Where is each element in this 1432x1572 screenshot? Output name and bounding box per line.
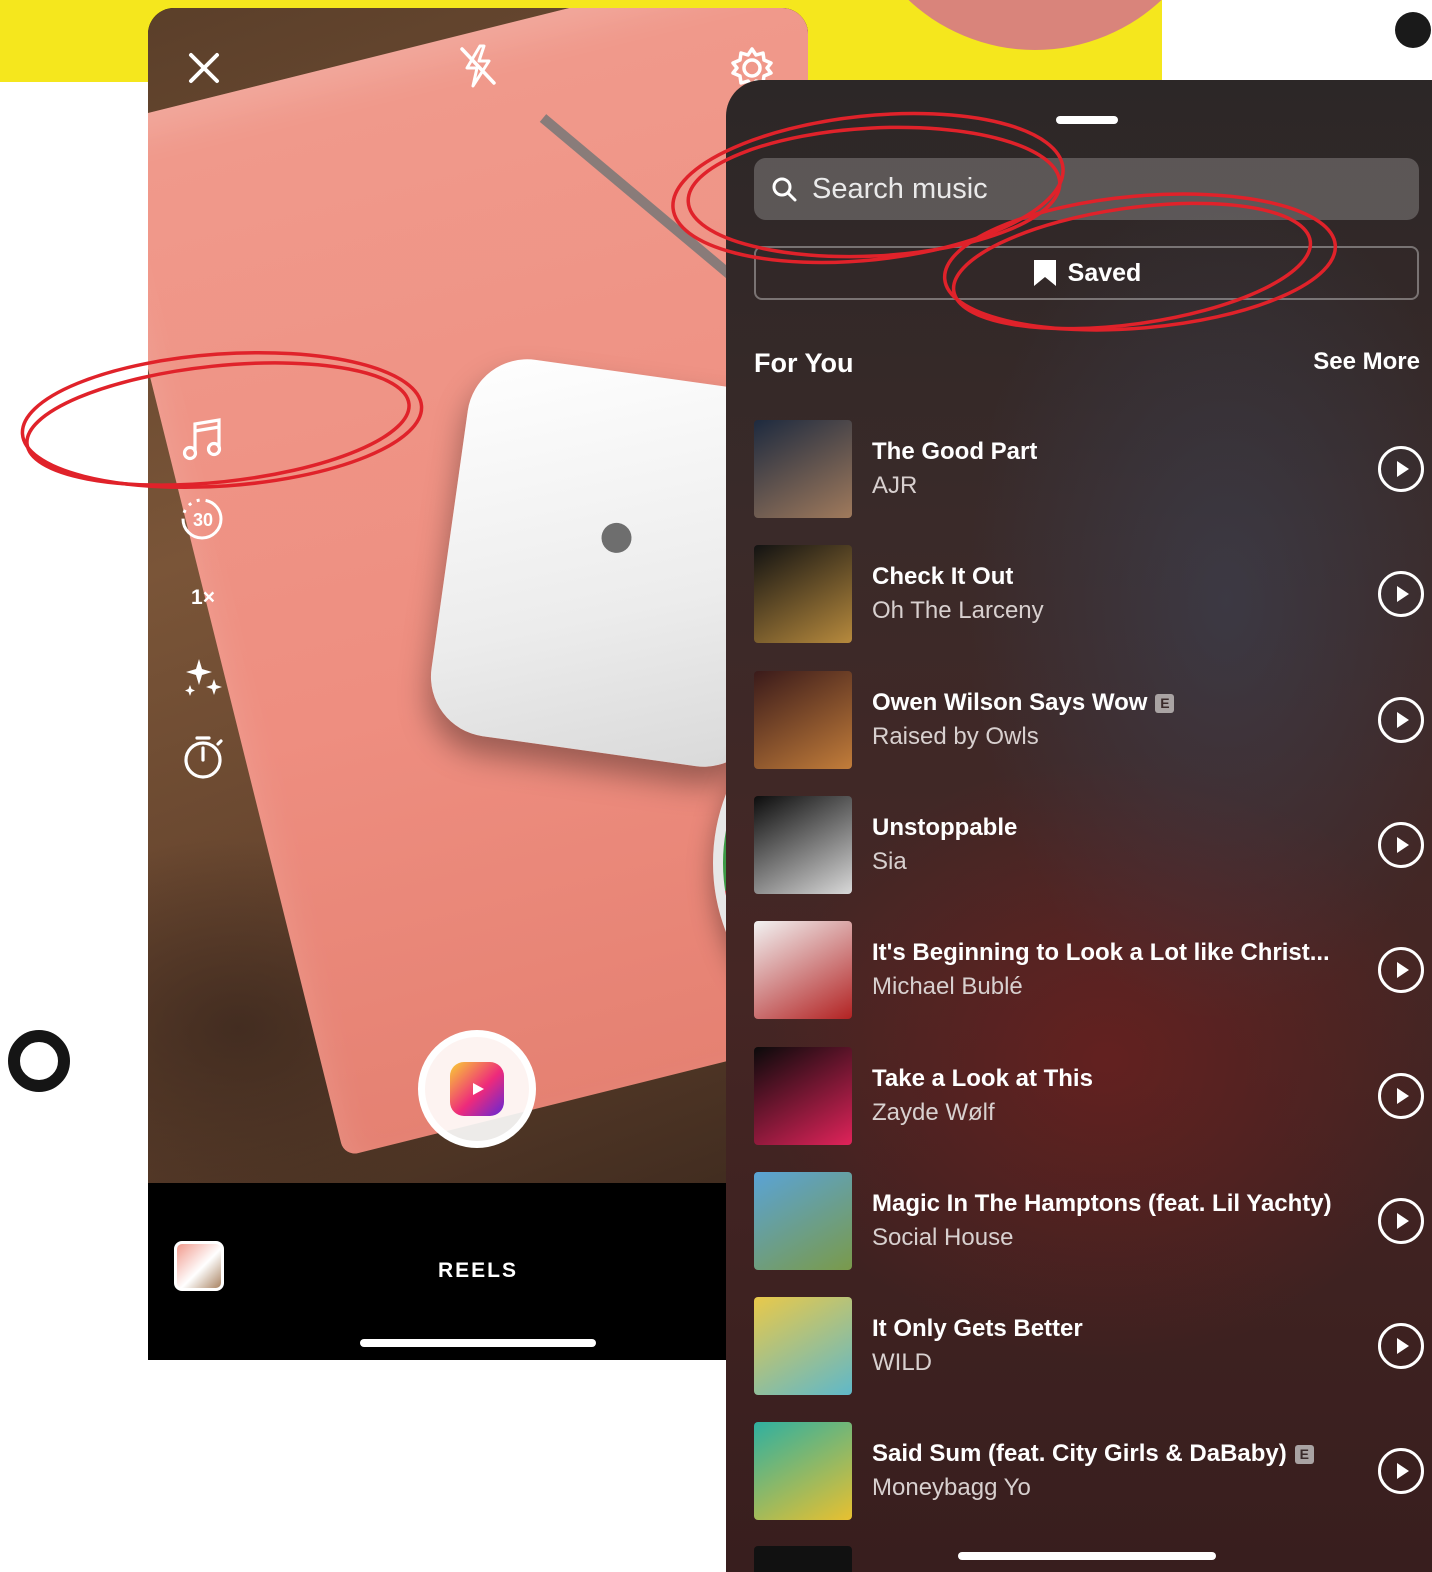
track-row[interactable]: It's Beginning to Look a Lot like Christ… (754, 921, 1432, 1020)
album-art (754, 795, 852, 894)
track-title: Magic In The Hamptons (feat. Lil Yachty) (872, 1190, 1332, 1218)
album-art (754, 670, 852, 769)
track-artist: AJR (872, 472, 918, 499)
search-music-input[interactable]: Search music (754, 158, 1419, 220)
track-row[interactable]: Unstoppable Sia (754, 795, 1432, 894)
track-title: Owen Wilson Says Wow E (872, 688, 1175, 717)
track-title: Check It Out (872, 563, 1013, 591)
play-icon[interactable] (1378, 1323, 1424, 1370)
track-artist: Social House (872, 1223, 1014, 1251)
camera-viewfinder: 30 1× (148, 8, 808, 1183)
track-title: Unstoppable (872, 814, 1017, 842)
album-art (754, 1171, 852, 1270)
play-icon[interactable] (1378, 571, 1424, 618)
play-triangle (1396, 711, 1409, 728)
play-triangle (1396, 1212, 1409, 1229)
saved-label: Saved (1067, 258, 1142, 287)
track-artist: Moneybagg Yo (872, 1474, 1031, 1502)
play-triangle (1396, 586, 1409, 603)
search-placeholder: Search music (812, 172, 988, 205)
countdown-timer-icon[interactable] (178, 732, 228, 782)
music-picker-sheet: Search music Saved For You See More The … (726, 80, 1432, 1572)
timer-30-label: 30 (192, 509, 214, 530)
explicit-badge: E (1294, 1445, 1314, 1465)
play-triangle (1396, 1087, 1409, 1104)
effects-sparkle-icon[interactable] (178, 652, 228, 702)
play-triangle (1396, 836, 1409, 853)
reels-mode-label[interactable]: REELS (148, 1259, 808, 1283)
track-row[interactable]: Take a Look at This Zayde Wølf (754, 1046, 1432, 1145)
track-title: Said Sum (feat. City Girls & DaBaby) E (872, 1440, 1314, 1468)
speed-icon[interactable]: 1× (178, 578, 228, 618)
track-row[interactable]: Said Sum (feat. City Girls & DaBaby) E Mon… (754, 1422, 1432, 1521)
track-artist: Michael Bublé (872, 973, 1023, 1001)
play-icon[interactable] (1378, 821, 1424, 868)
black-decorative-ring (8, 1030, 70, 1092)
bookmark-icon (1032, 258, 1058, 288)
track-artist: Oh The Larceny (872, 597, 1044, 625)
track-title-text: Check It Out (872, 563, 1014, 591)
track-row[interactable]: Magic In The Hamptons (feat. Lil Yachty)… (754, 1171, 1432, 1270)
play-triangle (1396, 962, 1409, 979)
album-art (754, 420, 852, 518)
record-button[interactable] (418, 1030, 536, 1148)
reels-icon (450, 1062, 504, 1116)
timer-30-icon[interactable]: 30 (179, 496, 227, 544)
track-title: The Good Part (872, 438, 1037, 466)
search-icon (770, 175, 798, 203)
play-icon[interactable] (1378, 1448, 1424, 1495)
play-triangle (1396, 1338, 1409, 1355)
saved-button[interactable]: Saved (754, 246, 1419, 300)
black-decorative-dot (1395, 12, 1431, 48)
album-art (754, 921, 852, 1020)
track-title-text: The Good Part (872, 438, 1038, 465)
track-artist: Zayde Wølf (872, 1098, 995, 1126)
track-title-text: It Only Gets Better (872, 1315, 1083, 1343)
play-icon[interactable] (1378, 1072, 1424, 1119)
track-row[interactable]: Check It Out Oh The Larceny (754, 545, 1432, 644)
home-indicator (360, 1339, 596, 1347)
track-row[interactable]: It Only Gets Better WILD (754, 1297, 1432, 1396)
track-title-text: Said Sum (feat. City Girls & DaBaby) (872, 1440, 1287, 1468)
play-triangle (1396, 1463, 1409, 1480)
track-title: It Only Gets Better (872, 1315, 1083, 1343)
sheet-home-indicator (958, 1552, 1216, 1560)
speed-label: 1× (191, 586, 215, 609)
album-art (754, 1046, 852, 1145)
flash-off-icon[interactable] (456, 42, 500, 90)
for-you-heading: For You (754, 348, 854, 378)
album-art (754, 1297, 852, 1396)
track-title-text: Owen Wilson Says Wow (872, 688, 1148, 716)
play-triangle (1396, 461, 1409, 477)
track-title-text: It's Beginning to Look a Lot like Christ… (872, 939, 1330, 967)
track-title-text: Take a Look at This (872, 1064, 1093, 1092)
play-icon[interactable] (1378, 446, 1424, 492)
see-more-link[interactable]: See More (1313, 348, 1420, 376)
track-title: It's Beginning to Look a Lot like Christ… (872, 939, 1330, 967)
track-artist: Sia (872, 847, 907, 875)
track-artist: WILD (872, 1349, 932, 1377)
track-title: Take a Look at This (872, 1065, 1093, 1093)
track-title-text: Magic In The Hamptons (feat. Lil Yachty) (872, 1189, 1332, 1217)
play-icon[interactable] (1378, 1197, 1424, 1244)
close-icon[interactable] (182, 46, 226, 90)
music-note-icon[interactable] (178, 414, 228, 464)
explicit-badge: E (1155, 693, 1175, 713)
play-icon[interactable] (1378, 947, 1424, 994)
partial-next-track (754, 1546, 852, 1572)
album-art (754, 545, 852, 644)
sheet-drag-handle[interactable] (1056, 116, 1118, 124)
track-row[interactable]: Owen Wilson Says Wow E Raised by Owls (754, 670, 1432, 769)
track-row[interactable]: The Good Part AJR (754, 420, 1432, 518)
play-icon[interactable] (1378, 696, 1424, 743)
camera-bottom-bar: REELS (148, 1183, 808, 1360)
album-art (754, 1422, 852, 1521)
reels-camera-screen: 30 1× REELS (148, 8, 808, 1360)
track-title-text: Unstoppable (872, 813, 1018, 841)
airpods-button (599, 520, 634, 555)
track-artist: Raised by Owls (872, 722, 1039, 750)
